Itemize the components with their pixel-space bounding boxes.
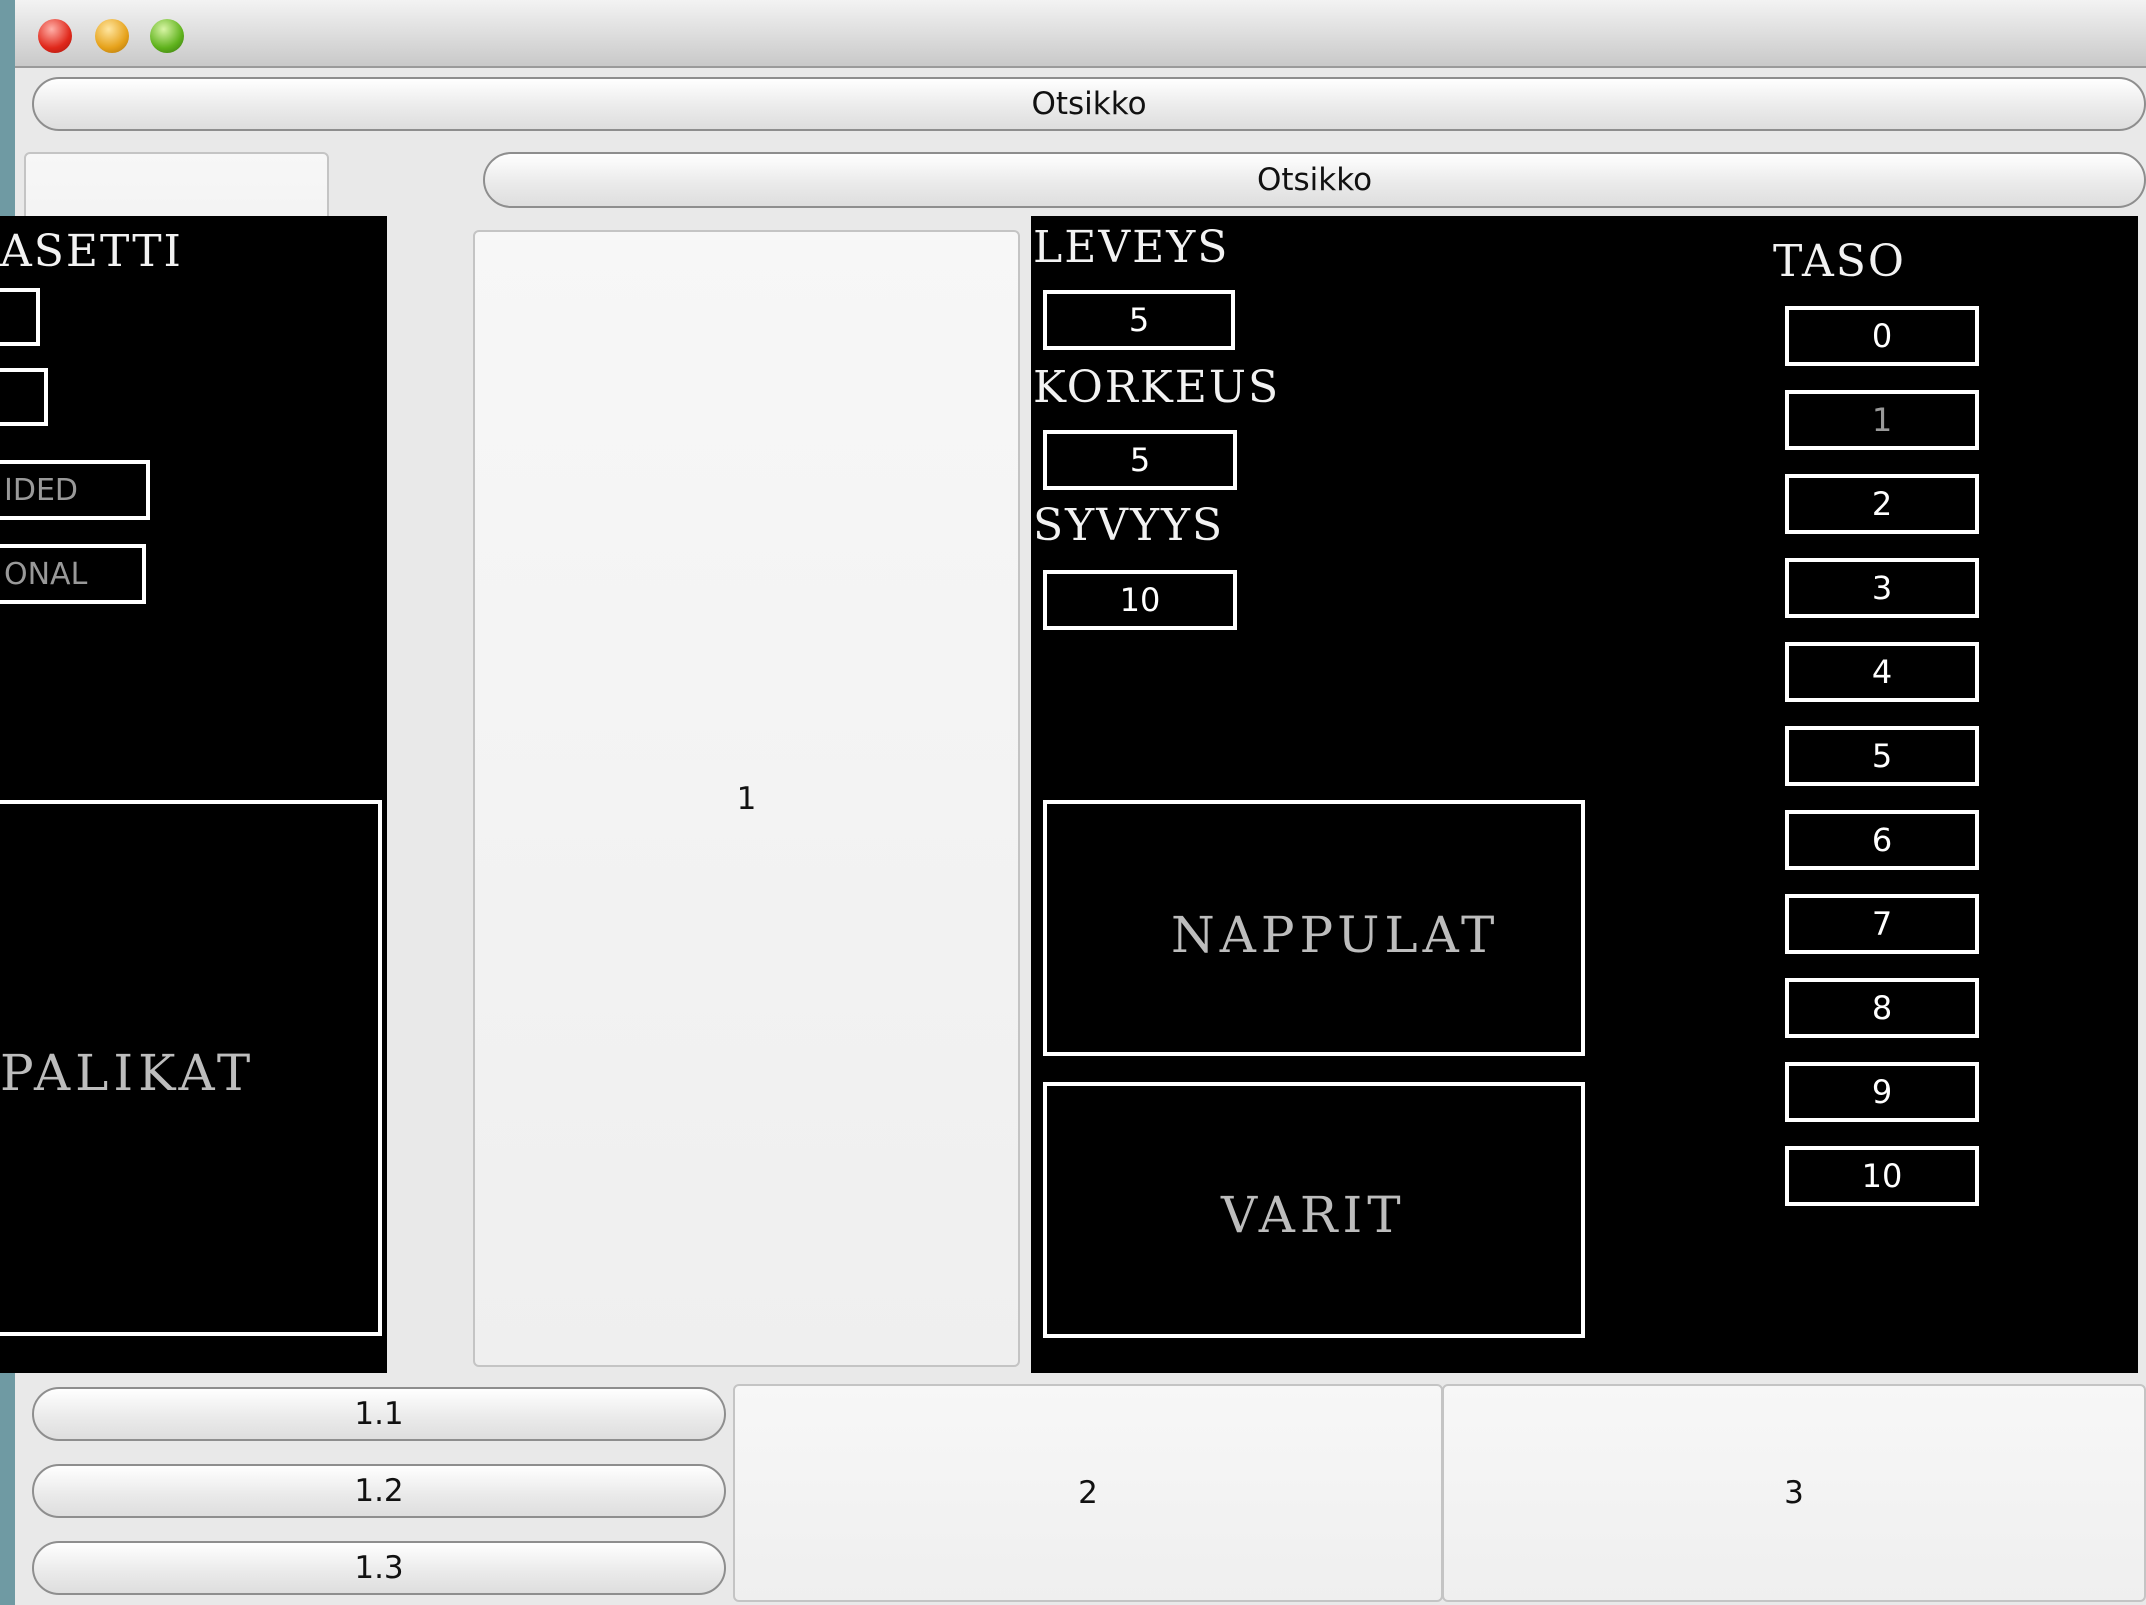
level-7-button[interactable]: 7 bbox=[1785, 894, 1979, 954]
center-panel-label: 1 bbox=[736, 780, 757, 817]
bottom-panel-3[interactable]: 3 bbox=[1442, 1384, 2146, 1602]
title-bar bbox=[15, 0, 2146, 68]
button-1-3[interactable]: 1.3 bbox=[32, 1541, 726, 1595]
button-1-1[interactable]: 1.1 bbox=[32, 1387, 726, 1441]
level-3-label: 3 bbox=[1871, 569, 1893, 607]
zoom-window-button[interactable] bbox=[150, 19, 184, 53]
height-field[interactable]: 5 bbox=[1043, 430, 1237, 490]
level-3-button[interactable]: 3 bbox=[1785, 558, 1979, 618]
button-1-1-label: 1.1 bbox=[354, 1396, 404, 1432]
palikat-label: PALIKAT bbox=[0, 1044, 256, 1102]
button-1-3-label: 1.3 bbox=[354, 1550, 404, 1586]
button-1-2-label: 1.2 bbox=[354, 1473, 404, 1509]
level-10-label: 10 bbox=[1861, 1157, 1903, 1195]
left-overlay-option-2-label: ONAL bbox=[4, 556, 88, 592]
header-title-button[interactable]: Otsikko bbox=[32, 77, 2146, 131]
button-1-2[interactable]: 1.2 bbox=[32, 1464, 726, 1518]
level-10-button[interactable]: 10 bbox=[1785, 1146, 1979, 1206]
bottom-panel-2[interactable]: 2 bbox=[733, 1384, 1443, 1602]
left-overlay-option-1[interactable]: IDED bbox=[0, 460, 150, 520]
level-7-label: 7 bbox=[1871, 905, 1893, 943]
left-overlay-field-1[interactable] bbox=[0, 288, 40, 346]
left-overlay-panel: ASETTI IDED ONAL PALIKAT bbox=[0, 216, 387, 1373]
level-9-button[interactable]: 9 bbox=[1785, 1062, 1979, 1122]
varit-label: VARIT bbox=[1221, 1186, 1406, 1244]
level-9-label: 9 bbox=[1871, 1073, 1893, 1111]
level-5-button[interactable]: 5 bbox=[1785, 726, 1979, 786]
settings-panel: LEVEYS 5 KORKEUS 5 SYVYYS 10 NAPPULAT VA… bbox=[1031, 216, 2138, 1373]
depth-field[interactable]: 10 bbox=[1043, 570, 1237, 630]
nappulat-label: NAPPULAT bbox=[1171, 906, 1500, 964]
level-8-button[interactable]: 8 bbox=[1785, 978, 1979, 1038]
width-value: 5 bbox=[1128, 301, 1150, 339]
level-6-label: 6 bbox=[1871, 821, 1893, 859]
left-overlay-option-1-label: IDED bbox=[4, 472, 79, 508]
width-field[interactable]: 5 bbox=[1043, 290, 1235, 350]
level-label: TASO bbox=[1773, 236, 1906, 287]
height-value: 5 bbox=[1129, 441, 1151, 479]
header-title-label: Otsikko bbox=[1031, 86, 1147, 122]
level-5-label: 5 bbox=[1871, 737, 1893, 775]
level-6-button[interactable]: 6 bbox=[1785, 810, 1979, 870]
left-overlay-heading: ASETTI bbox=[0, 226, 183, 277]
level-2-label: 2 bbox=[1871, 485, 1893, 523]
level-0-label: 0 bbox=[1871, 317, 1893, 355]
level-1-button[interactable]: 1 bbox=[1785, 390, 1979, 450]
bottom-panel-3-label: 3 bbox=[1784, 1475, 1804, 1511]
center-title-button[interactable]: Otsikko bbox=[483, 152, 2146, 208]
level-1-label: 1 bbox=[1871, 401, 1893, 439]
depth-label: SYVYYS bbox=[1033, 500, 1225, 551]
level-4-label: 4 bbox=[1871, 653, 1893, 691]
minimize-window-button[interactable] bbox=[95, 19, 129, 53]
left-overlay-option-2[interactable]: ONAL bbox=[0, 544, 146, 604]
level-4-button[interactable]: 4 bbox=[1785, 642, 1979, 702]
depth-value: 10 bbox=[1119, 581, 1161, 619]
left-overlay-field-2[interactable] bbox=[0, 368, 48, 426]
level-8-label: 8 bbox=[1871, 989, 1893, 1027]
height-label: KORKEUS bbox=[1033, 362, 1281, 413]
width-label: LEVEYS bbox=[1033, 222, 1230, 273]
level-0-button[interactable]: 0 bbox=[1785, 306, 1979, 366]
close-window-button[interactable] bbox=[38, 19, 72, 53]
center-panel-1[interactable]: 1 bbox=[473, 230, 1020, 1367]
bottom-panel-2-label: 2 bbox=[1078, 1475, 1098, 1511]
level-2-button[interactable]: 2 bbox=[1785, 474, 1979, 534]
center-title-label: Otsikko bbox=[1256, 162, 1373, 198]
